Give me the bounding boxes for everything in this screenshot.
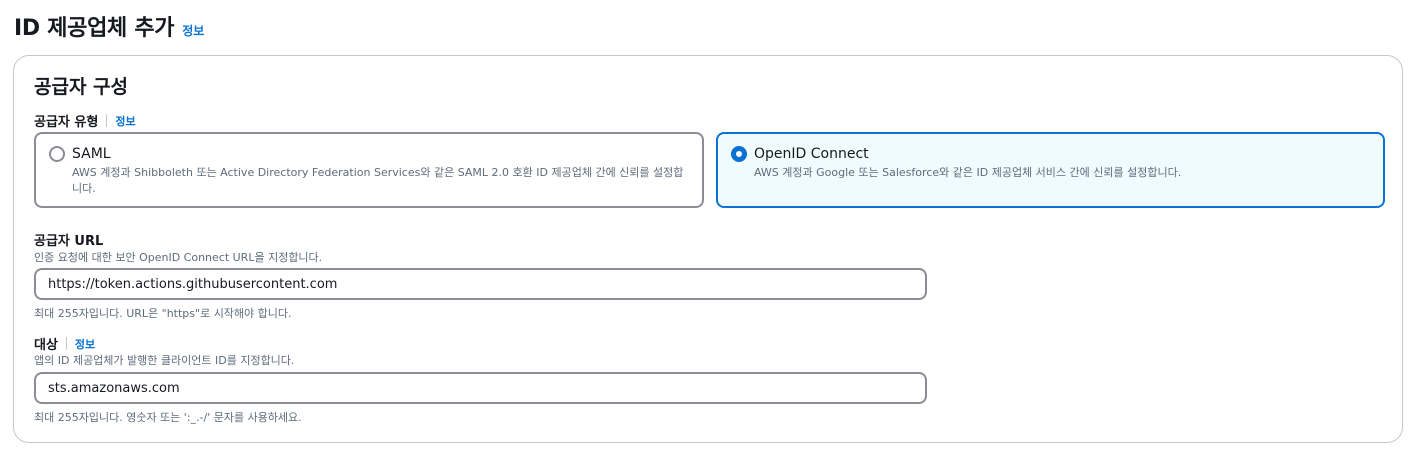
saml-option-description: AWS 계정과 Shibboleth 또는 Active Directory F…	[72, 166, 684, 195]
provider-type-label-row: 공급자 유형 정보	[34, 111, 136, 130]
provider-url-description: 인증 요청에 대한 보안 OpenID Connect URL을 지정합니다.	[34, 251, 323, 264]
audience-input[interactable]	[34, 372, 927, 404]
provider-url-label: 공급자 URL	[34, 234, 104, 249]
provider-type-label: 공급자 유형	[34, 115, 99, 130]
label-divider	[106, 114, 108, 127]
audience-description: 앱의 ID 제공업체가 발행한 클라이언트 ID를 지정합니다.	[34, 354, 295, 367]
audience-info-link[interactable]: 정보	[75, 336, 95, 352]
saml-radio[interactable]	[49, 146, 65, 162]
saml-option-tile[interactable]: SAML AWS 계정과 Shibboleth 또는 Active Direct…	[34, 132, 704, 208]
header-info-link[interactable]: 정보	[182, 22, 204, 39]
page-title: ID 제공업체 추가	[14, 16, 175, 41]
provider-url-input[interactable]	[34, 268, 927, 300]
provider-url-label-row: 공급자 URL	[34, 230, 103, 249]
audience-label: 대상	[34, 338, 58, 353]
audience-constraint: 최대 255자입니다. 영숫자 또는 ':_.-/' 문자를 사용하세요.	[34, 411, 302, 424]
label-divider	[65, 337, 67, 350]
saml-option-title: SAML	[72, 146, 111, 162]
audience-label-row: 대상 정보	[34, 334, 95, 353]
oidc-option-description: AWS 계정과 Google 또는 Salesforce와 같은 ID 제공업체…	[754, 166, 1182, 179]
oidc-option-tile[interactable]: OpenID Connect AWS 계정과 Google 또는 Salesfo…	[716, 132, 1385, 208]
provider-config-container: 공급자 구성 공급자 유형 정보 SAML AWS 계정과 Shibboleth…	[13, 55, 1403, 443]
provider-type-info-link[interactable]: 정보	[115, 113, 135, 129]
section-title: 공급자 구성	[34, 76, 129, 98]
page-header: ID 제공업체 추가 정보	[14, 10, 204, 42]
oidc-option-title: OpenID Connect	[754, 146, 869, 162]
provider-url-constraint: 최대 255자입니다. URL은 "https"로 시작해야 합니다.	[34, 307, 292, 320]
oidc-radio[interactable]	[731, 146, 747, 162]
